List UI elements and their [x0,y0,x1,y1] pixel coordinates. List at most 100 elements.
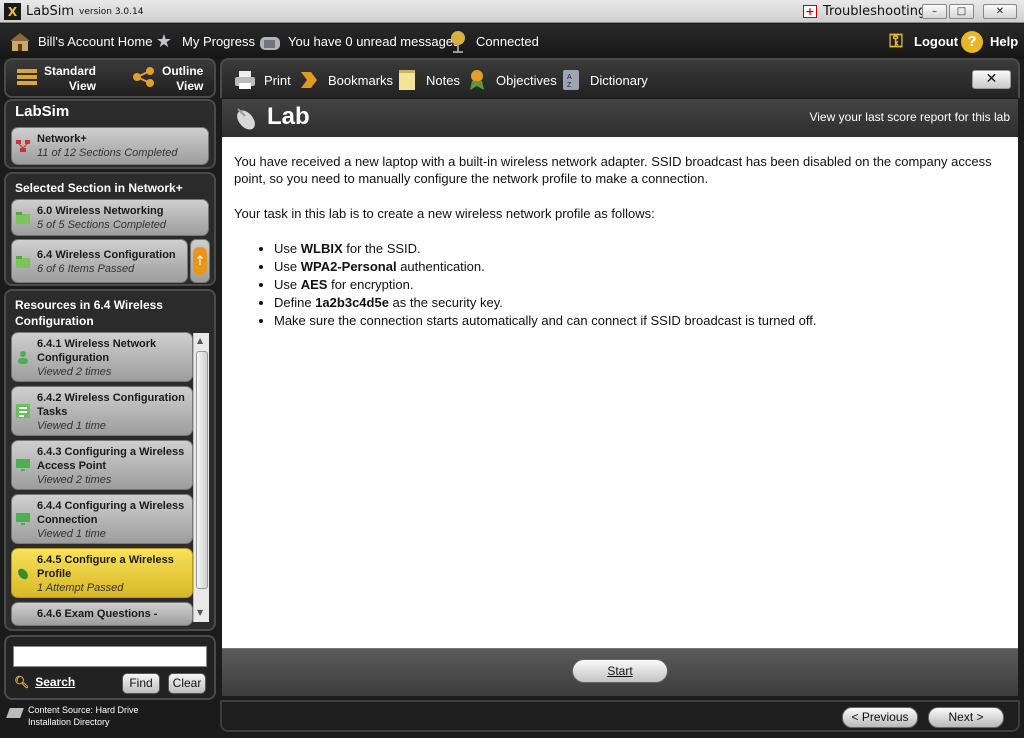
resource-title: 6.4.6 Exam Questions - [37,608,158,620]
section-title: 6.0 Wireless Networking [37,205,164,217]
scroll-up-icon[interactable]: ▲ [197,336,203,345]
standard-view-label-1: Standard [44,64,97,78]
view-toggle: Standard View Outline View [4,58,216,98]
up-level-button[interactable]: ↑ [190,239,210,283]
person-icon [16,350,30,364]
bookmarks-label: Bookmarks [328,72,394,88]
svg-text:Z: Z [567,82,572,89]
minimize-button[interactable]: – [922,4,947,19]
objectives-button[interactable]: Objectives [466,60,557,100]
navigation-bar: < Previous Next > [220,700,1020,732]
resource-item[interactable]: 6.4.4 Configuring a Wireless Connection … [11,494,193,544]
award-icon [466,69,488,91]
resource-sub: Viewed 2 times [37,474,112,486]
star-icon: ★ [155,31,173,51]
previous-button[interactable]: < Previous [842,707,918,728]
content-source-line-1: Content Source: Hard Drive [28,705,139,715]
window-close-button[interactable]: ✕ [983,4,1017,19]
app-version: version 3.0.14 [79,6,144,17]
content-toolbar: Print Bookmarks Notes Objectives AZ Dict… [220,58,1020,98]
clear-button[interactable]: Clear [168,673,206,694]
resource-title: 6.4.2 Wireless Configuration Tasks [37,392,185,418]
account-home-link[interactable]: Bill's Account Home [8,24,152,59]
resource-item[interactable]: 6.4.2 Wireless Configuration Tasks Viewe… [11,386,193,436]
app-title-group: X LabSim version 3.0.14 [4,3,143,20]
start-button[interactable]: Start [572,659,668,683]
resource-title: 6.4.3 Configuring a Wireless Access Poin… [37,446,185,472]
my-progress-label: My Progress [182,34,255,49]
dictionary-button[interactable]: AZ Dictionary [560,60,648,100]
subsection-card[interactable]: 6.4 Wireless Configuration 6 of 6 Items … [11,239,188,283]
magnifier-icon: 🔍︎ [14,675,30,689]
dictionary-label: Dictionary [590,72,648,88]
resource-item-active[interactable]: 6.4.5 Configure a Wireless Profile 1 Att… [11,548,193,598]
resource-item[interactable]: 6.4.3 Configuring a Wireless Access Poin… [11,440,193,490]
messages-link[interactable]: You have 0 unread messages [258,24,460,59]
list-item: Define 1a2b3c4d5e as the security key. [274,294,1006,312]
resource-sub: Viewed 1 time [37,528,106,540]
section-card[interactable]: 6.0 Wireless Networking 5 of 5 Sections … [11,199,209,236]
hard-drive-icon [6,708,24,718]
search-button[interactable]: 🔍︎ Search [14,675,75,689]
bookmarks-button[interactable]: Bookmarks [298,60,393,100]
list-item: Use WLBIX for the SSID. [274,240,1006,258]
resource-item[interactable]: 6.4.6 Exam Questions - [11,602,193,626]
outline-view-button[interactable]: Outline View [132,64,203,94]
help-label: Help [990,34,1019,49]
resources-heading: Resources in 6.4 Wireless Configuration [15,298,163,328]
troubleshooting-button[interactable]: + Troubleshooting [803,4,926,19]
printer-icon [234,69,256,91]
network-icon [16,140,30,152]
dictionary-icon: AZ [560,69,582,91]
logout-link[interactable]: ⚿ Logout [884,24,958,59]
task-list-icon [16,404,30,418]
monitor-icon [16,512,30,526]
help-icon: ? [960,30,984,54]
resources-scrollbar[interactable]: ▲ ▼ [193,333,209,622]
maximize-button[interactable]: □ [949,4,974,19]
troubleshooting-label: Troubleshooting [823,4,927,19]
resources-panel: Resources in 6.4 Wireless Configuration … [4,289,216,631]
scrollbar-thumb[interactable] [196,351,208,589]
lab-mouse-icon [232,104,260,136]
selected-section-heading: Selected Section in Network+ [15,181,183,195]
course-panel: LabSim Network+ 11 of 12 Sections Comple… [4,99,216,169]
home-icon [8,30,32,54]
standard-view-label-2: View [68,79,97,93]
arrow-up-icon: ↑ [193,247,207,275]
lab-header: Lab View your last score report for this… [222,99,1018,137]
account-home-label: Bill's Account Home [38,34,153,49]
start-bar: Start [222,648,1018,696]
scroll-down-icon[interactable]: ▼ [197,608,203,617]
folder-icon [16,256,30,268]
globe-icon [446,30,470,54]
bookmark-icon [298,69,320,91]
lab-task: Your task in this lab is to create a new… [234,206,655,221]
find-button[interactable]: Find [122,673,160,694]
folder-icon [16,212,30,224]
mouse-icon [16,566,30,580]
print-button[interactable]: Print [234,60,291,100]
resource-item[interactable]: 6.4.1 Wireless Network Configuration Vie… [11,332,193,382]
next-button[interactable]: Next > [928,707,1004,728]
search-input[interactable] [13,646,207,667]
help-link[interactable]: ? Help [960,24,1018,59]
resource-title: 6.4.5 Configure a Wireless Profile [37,554,174,580]
requirements-list: Use WLBIX for the SSID. Use WPA2-Persona… [274,240,1006,330]
notes-button[interactable]: Notes [396,60,460,100]
outline-view-label-2: View [176,79,204,93]
outline-view-label-1: Outline [162,64,204,78]
outline-view-icon [132,66,156,92]
score-report-link[interactable]: View your last score report for this lab [809,110,1010,124]
my-progress-link[interactable]: ★ My Progress [152,24,255,59]
selected-section-panel: Selected Section in Network+ 6.0 Wireles… [4,172,216,286]
list-item: Make sure the connection starts automati… [274,312,1006,330]
subsection-sub: 6 of 6 Items Passed [37,263,135,275]
standard-view-button[interactable]: Standard View [16,64,96,94]
header-bar: Bill's Account Home ★ My Progress You ha… [0,24,1024,59]
svg-text:A: A [567,74,572,81]
resource-sub: Viewed 2 times [37,366,112,378]
close-lab-button[interactable]: ✕ [972,70,1011,89]
monitor-icon [16,458,30,472]
course-card[interactable]: Network+ 11 of 12 Sections Completed [11,127,209,165]
